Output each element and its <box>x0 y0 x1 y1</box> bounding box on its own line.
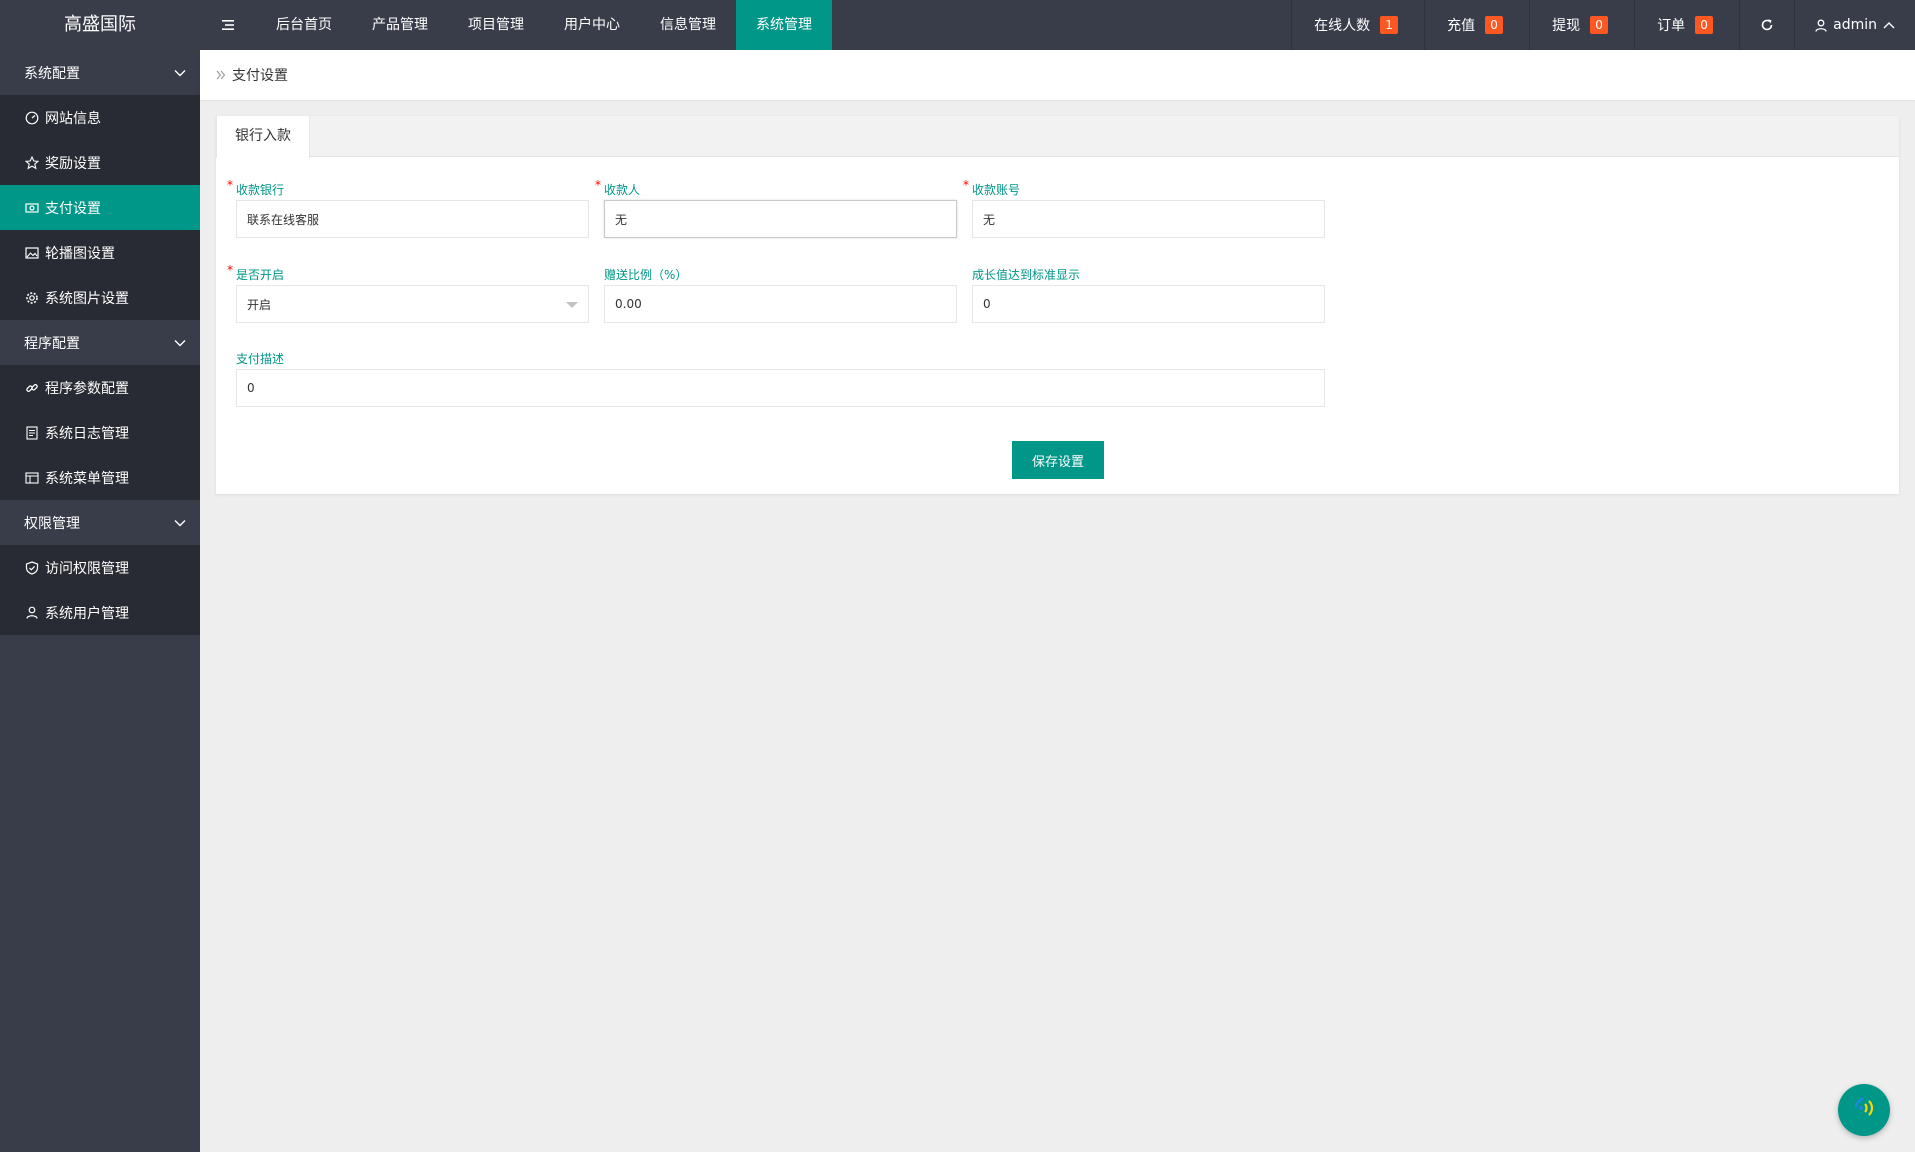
log-icon <box>25 425 39 440</box>
enabled-select-value: 开启 <box>247 297 272 312</box>
sidebar-item-program-params[interactable]: 程序参数配置 <box>0 365 200 410</box>
enabled-label: 是否开启 <box>236 268 285 282</box>
refresh-button[interactable] <box>1739 0 1794 50</box>
floating-help-button[interactable] <box>1838 1084 1890 1136</box>
growth-threshold-label: 成长值达到标准显示 <box>972 268 1081 282</box>
payee-label: 收款人 <box>604 183 641 197</box>
sidebar-item-payment[interactable]: 支付设置 <box>0 185 200 230</box>
bank-input[interactable]: 联系在线客服 <box>236 200 589 238</box>
sidebar-item-label: 系统菜单管理 <box>45 470 129 487</box>
nav-projects[interactable]: 项目管理 <box>448 0 544 50</box>
tab-bar: 银行入款 <box>216 116 1899 158</box>
enabled-select[interactable]: 开启 <box>236 285 589 323</box>
withdraw-label: 提现 <box>1552 18 1581 34</box>
double-chevron-right-icon <box>216 70 232 80</box>
star-icon <box>25 155 39 170</box>
caret-down-icon <box>566 302 578 308</box>
account-input[interactable]: 无 <box>972 200 1325 238</box>
nav-users[interactable]: 用户中心 <box>544 0 640 50</box>
image-icon <box>25 246 39 260</box>
breadcrumb-current[interactable]: 支付设置 <box>232 65 288 85</box>
tab-bank-deposit[interactable]: 银行入款 <box>216 116 310 158</box>
link-icon <box>25 381 39 395</box>
shield-icon <box>25 560 39 575</box>
recharge-label: 充值 <box>1447 18 1476 34</box>
save-settings-button[interactable]: 保存设置 <box>1012 441 1104 479</box>
sidebar-item-system-users[interactable]: 系统用户管理 <box>0 590 200 635</box>
sidebar-item-label: 奖励设置 <box>45 155 101 172</box>
payment-settings-card: 银行入款 * 收款银行 联系在线客服 * 收款人 无 * 收款账号 无 * 是否… <box>216 116 1899 494</box>
breadcrumb: 支付设置 <box>200 50 1915 100</box>
sidebar-item-label: 系统用户管理 <box>45 605 129 622</box>
gear-icon <box>25 291 39 305</box>
user-icon <box>1815 19 1827 32</box>
sidebar-group-label: 程序配置 <box>24 335 80 352</box>
chevron-down-icon <box>174 69 186 77</box>
menu-fold-icon <box>221 19 235 31</box>
app-logo[interactable]: 高盛国际 <box>0 0 200 50</box>
bonus-ratio-label: 赠送比例（%） <box>604 268 688 282</box>
top-header: 高盛国际 后台首页 产品管理 项目管理 用户中心 信息管理 系统管理 在线人数 … <box>0 0 1915 50</box>
growth-threshold-input[interactable]: 0 <box>972 285 1325 323</box>
sidebar-group-label: 权限管理 <box>24 515 80 532</box>
recharge-badge: 0 <box>1485 16 1504 34</box>
chevron-down-icon <box>174 519 186 527</box>
sidebar-item-rewards[interactable]: 奖励设置 <box>0 140 200 185</box>
bank-label: 收款银行 <box>236 183 285 197</box>
refresh-icon <box>1760 18 1774 32</box>
online-users-label: 在线人数 <box>1314 18 1371 34</box>
sidebar-item-label: 访问权限管理 <box>45 560 129 577</box>
top-nav: 后台首页 产品管理 项目管理 用户中心 信息管理 系统管理 <box>256 0 832 50</box>
sidebar-item-label: 轮播图设置 <box>45 245 115 262</box>
sidebar-item-label: 系统日志管理 <box>45 425 129 442</box>
account-label: 收款账号 <box>972 183 1021 197</box>
withdraw-link[interactable]: 提现 0 <box>1529 0 1634 50</box>
bonus-ratio-input[interactable]: 0.00 <box>604 285 957 323</box>
chevron-up-icon <box>1883 21 1895 29</box>
recharge-link[interactable]: 充值 0 <box>1424 0 1529 50</box>
chevron-down-icon <box>174 339 186 347</box>
user-icon <box>25 606 39 620</box>
sidebar-toggle-button[interactable] <box>200 0 256 50</box>
dashboard-icon <box>25 111 39 125</box>
sidebar-item-label: 系统图片设置 <box>45 290 129 307</box>
menu-icon <box>25 471 39 485</box>
sidebar-item-label: 支付设置 <box>45 200 101 217</box>
header-right: 在线人数 1 充值 0 提现 0 订单 0 admin <box>1291 0 1915 50</box>
orders-label: 订单 <box>1657 18 1686 34</box>
required-asterisk: * <box>963 178 969 192</box>
sidebar-item-site-info[interactable]: 网站信息 <box>0 95 200 140</box>
nav-info[interactable]: 信息管理 <box>640 0 736 50</box>
sidebar-item-system-menus[interactable]: 系统菜单管理 <box>0 455 200 500</box>
sidebar-group-program-config[interactable]: 程序配置 <box>0 320 200 365</box>
nav-products[interactable]: 产品管理 <box>352 0 448 50</box>
online-users-badge: 1 <box>1380 16 1399 34</box>
sidebar-group-permissions[interactable]: 权限管理 <box>0 500 200 545</box>
required-asterisk: * <box>227 178 233 192</box>
orders-badge: 0 <box>1695 16 1714 34</box>
sidebar-item-label: 网站信息 <box>45 110 101 127</box>
payment-desc-label: 支付描述 <box>236 352 285 366</box>
nav-home[interactable]: 后台首页 <box>256 0 352 50</box>
online-users-link[interactable]: 在线人数 1 <box>1291 0 1424 50</box>
sidebar-item-label: 程序参数配置 <box>45 380 129 397</box>
admin-username: admin <box>1833 17 1877 33</box>
required-asterisk: * <box>227 263 233 277</box>
orders-link[interactable]: 订单 0 <box>1634 0 1739 50</box>
sidebar-item-system-images[interactable]: 系统图片设置 <box>0 275 200 320</box>
payee-input[interactable]: 无 <box>604 200 957 238</box>
sidebar-item-carousel[interactable]: 轮播图设置 <box>0 230 200 275</box>
sidebar-item-system-logs[interactable]: 系统日志管理 <box>0 410 200 455</box>
sidebar-group-label: 系统配置 <box>24 65 80 82</box>
user-menu[interactable]: admin <box>1794 0 1915 50</box>
payment-desc-input[interactable]: 0 <box>236 369 1325 407</box>
required-asterisk: * <box>595 178 601 192</box>
sidebar-group-system-config[interactable]: 系统配置 <box>0 50 200 95</box>
withdraw-badge: 0 <box>1590 16 1609 34</box>
sidebar: 系统配置 网站信息 奖励设置 支付设置 轮播图设置 系统图片设置 程序配置 程序… <box>0 50 200 1152</box>
money-icon <box>25 201 39 215</box>
sidebar-item-access-permissions[interactable]: 访问权限管理 <box>0 545 200 590</box>
nav-system[interactable]: 系统管理 <box>736 0 832 50</box>
chat-wave-icon <box>1850 1096 1878 1124</box>
